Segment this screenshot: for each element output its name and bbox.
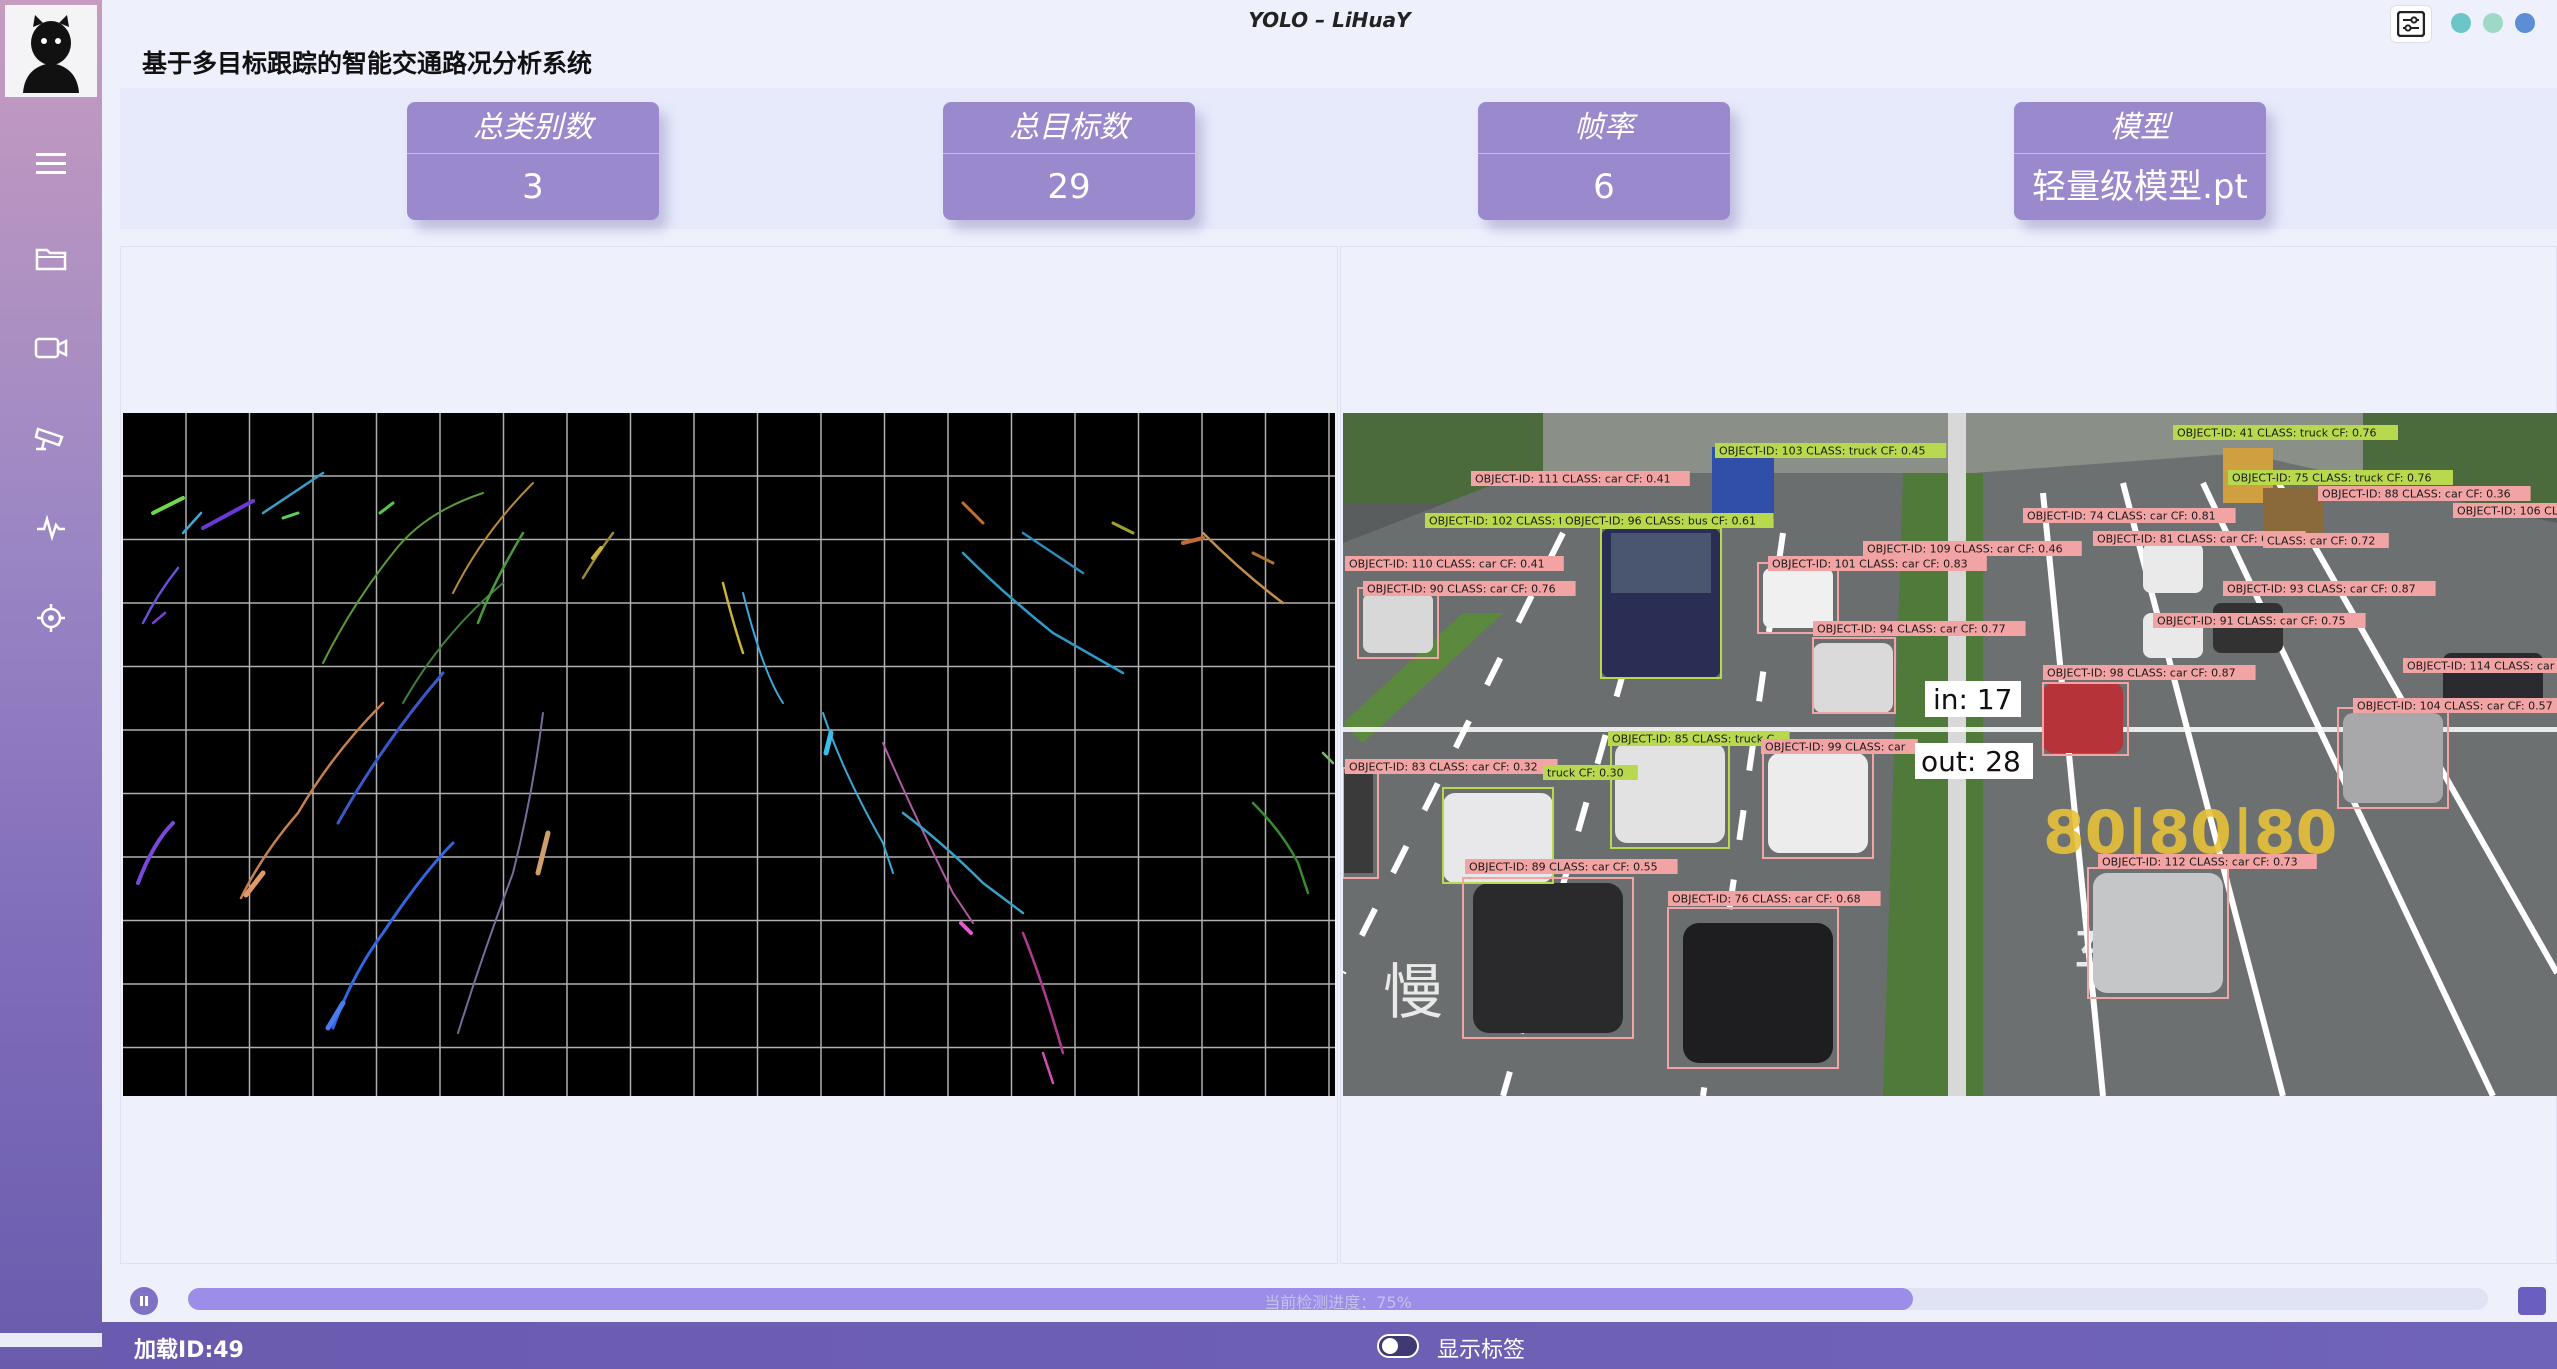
detection-label: CLASS: car CF: 0.72 <box>2267 535 2375 548</box>
detection-label: OBJECT-ID: 103 CLASS: truck CF: 0.45 <box>1719 445 1926 458</box>
detection-label: OBJECT-ID: 76 CLASS: car CF: 0.68 <box>1672 893 1861 906</box>
stat-value: 29 <box>1047 167 1091 207</box>
minimize-button[interactable] <box>2451 13 2471 33</box>
stat-label: 模型 <box>2014 102 2266 154</box>
stat-label: 总目标数 <box>943 102 1195 154</box>
stat-card-objects: 总目标数 29 <box>943 102 1195 220</box>
app-window: YOLO – LiHuaY 基于多目标跟踪的智能交通路况分析系统 总类别数 3 … <box>0 0 2557 1369</box>
pause-button[interactable] <box>130 1287 158 1315</box>
folder-icon[interactable] <box>33 240 69 276</box>
stat-label: 总类别数 <box>407 102 659 154</box>
stat-card-fps: 帧率 6 <box>1478 102 1730 220</box>
detection-label: OBJECT-ID: 111 CLASS: car CF: 0.41 <box>1475 473 1671 486</box>
app-title: 基于多目标跟踪的智能交通路况分析系统 <box>142 49 593 78</box>
show-labels-toggle[interactable] <box>1377 1334 1419 1358</box>
detection-label: OBJECT-ID: 83 CLASS: car CF: 0.32 <box>1349 761 1538 774</box>
stat-value: 6 <box>1593 167 1615 207</box>
cctv-icon[interactable] <box>33 420 69 456</box>
detection-label: OBJECT-ID: 101 CLASS: car CF: 0.83 <box>1772 558 1968 571</box>
detection-image: 80|80|80 车 车 慢 <box>1343 413 2557 1096</box>
sidebar-handle[interactable] <box>0 1333 102 1347</box>
stop-button[interactable] <box>2518 1287 2546 1315</box>
detection-label: OBJECT-ID: 88 CLASS: car CF: 0.36 <box>2322 488 2511 501</box>
window-title: YOLO – LiHuaY <box>1248 8 1411 32</box>
out-counter: out: 28 <box>1921 745 2021 778</box>
stat-value: 3 <box>522 167 544 207</box>
detection-label: OBJECT-ID: 110 CLASS: car CF: 0.41 <box>1349 558 1545 571</box>
detection-label: OBJECT-ID: 75 CLASS: truck CF: 0.76 <box>2232 472 2432 485</box>
menu-icon[interactable] <box>33 146 69 182</box>
target-icon[interactable] <box>33 600 69 636</box>
detection-label: OBJECT-ID: 112 CLASS: car CF: 0.73 <box>2102 856 2298 869</box>
detection-label: OBJECT-ID: 81 CLASS: car CF: 0.63 <box>2097 533 2286 546</box>
detection-label: OBJECT-ID: 114 CLASS: car <box>2407 660 2555 673</box>
camera-icon[interactable] <box>33 330 69 366</box>
activity-icon[interactable] <box>33 510 69 546</box>
detection-label: OBJECT-ID: 93 CLASS: car CF: 0.87 <box>2227 583 2416 596</box>
trajectory-image <box>123 413 1335 1096</box>
detection-label: OBJECT-ID: 41 CLASS: truck CF: 0.76 <box>2177 427 2377 440</box>
title-bar: YOLO – LiHuaY <box>102 0 2557 45</box>
stat-card-model: 模型 轻量级模型.pt <box>2014 102 2266 220</box>
detection-label: OBJECT-ID: 109 CLASS: car CF: 0.46 <box>1867 543 2063 556</box>
stat-label: 帧率 <box>1478 102 1730 154</box>
svg-text:慢: 慢 <box>1383 958 1443 1028</box>
close-button[interactable] <box>2515 13 2535 33</box>
avatar[interactable] <box>5 5 97 97</box>
toggle-knob <box>1382 1338 1398 1354</box>
detection-label: OBJECT-ID: 91 CLASS: car CF: 0.75 <box>2157 615 2346 628</box>
detection-label: OBJECT-ID: 85 CLASS: truck C <box>1612 733 1775 746</box>
settings-button[interactable] <box>2390 5 2432 43</box>
detection-label: OBJECT-ID: 89 CLASS: car CF: 0.55 <box>1469 861 1658 874</box>
detection-label: OBJECT-ID: 99 CLASS: car <box>1765 741 1906 754</box>
sliders-icon <box>2397 11 2425 37</box>
sidebar <box>0 0 102 1369</box>
detection-label: OBJECT-ID: 94 CLASS: car CF: 0.77 <box>1817 623 2006 636</box>
pause-icon <box>140 1296 148 1306</box>
detection-label: OBJECT-ID: 98 CLASS: car CF: 0.87 <box>2047 667 2236 680</box>
status-bar: 加载ID:49 显示标签 <box>102 1322 2557 1369</box>
load-id-label: 加载ID:49 <box>134 1338 244 1363</box>
show-labels-label: 显示标签 <box>1437 1338 1526 1363</box>
stat-value: 轻量级模型.pt <box>2032 167 2248 207</box>
stat-card-classes: 总类别数 3 <box>407 102 659 220</box>
in-counter: in: 17 <box>1933 683 2013 716</box>
progress-bar[interactable]: 当前检测进度：75% <box>188 1288 2488 1312</box>
detection-label: OBJECT-ID: 96 CLASS: bus CF: 0.61 <box>1565 515 1756 528</box>
detection-label: OBJECT-ID: 74 CLASS: car CF: 0.81 <box>2027 510 2216 523</box>
detection-label: OBJECT-ID: 106 CLASS <box>2457 505 2557 518</box>
detection-label: truck CF: 0.30 <box>1547 767 1624 780</box>
progress-text: 当前检测进度：75% <box>1264 1293 1412 1312</box>
maximize-button[interactable] <box>2483 13 2503 33</box>
detection-label: OBJECT-ID: 104 CLASS: car CF: 0.57 <box>2357 700 2553 713</box>
detection-label: OBJECT-ID: 90 CLASS: car CF: 0.76 <box>1367 583 1556 596</box>
